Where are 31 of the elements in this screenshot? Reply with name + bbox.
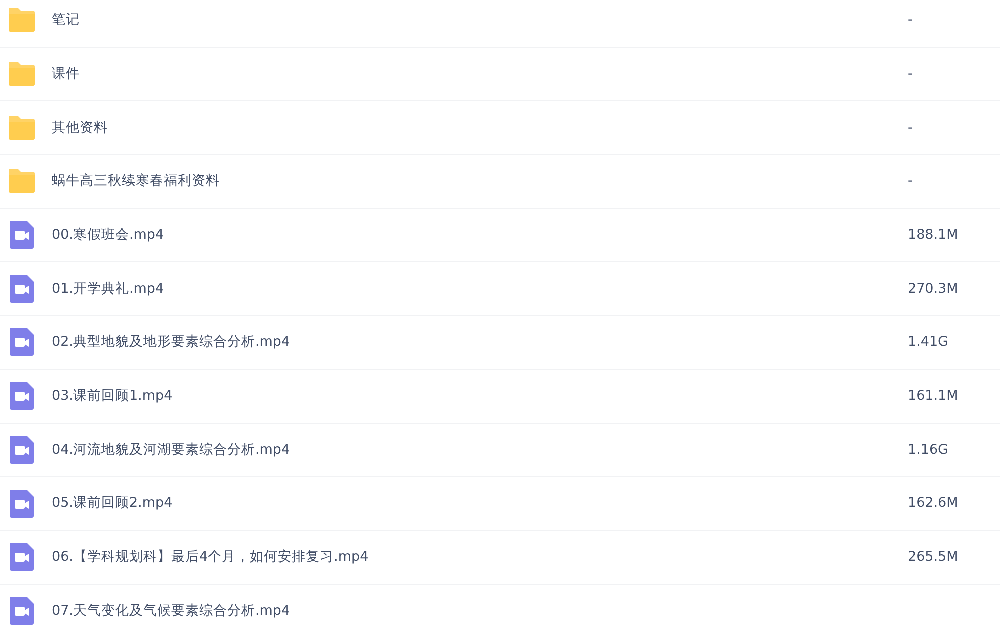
- file-size: 161.1M: [908, 387, 960, 406]
- file-name[interactable]: 06.【学科规划科】最后4个月，如何安排复习.mp4: [52, 547, 908, 568]
- video-file-icon: [7, 542, 37, 572]
- video-file-icon: [7, 488, 37, 519]
- file-size: -: [908, 11, 914, 30]
- file-name[interactable]: 课件: [52, 64, 908, 84]
- video-file-icon: [7, 596, 37, 626]
- file-name[interactable]: 笔记: [52, 10, 908, 30]
- file-size: 1.16G: [908, 440, 950, 460]
- file-name[interactable]: 01.开学典礼.mp4: [52, 278, 908, 299]
- file-size: 188.1M: [908, 226, 960, 245]
- file-name[interactable]: 04.河流地貌及河湖要素综合分析.mp4: [52, 440, 908, 460]
- file-name[interactable]: 00.寒假班会.mp4: [52, 224, 908, 246]
- video-file-icon: [7, 220, 37, 250]
- video-file-icon: [7, 434, 37, 465]
- file-size: 1.41G: [908, 333, 950, 352]
- file-name[interactable]: 03.课前回顾1.mp4: [52, 386, 908, 406]
- file-size: -: [908, 64, 914, 84]
- file-name[interactable]: 02.典型地貌及地形要素综合分析.mp4: [52, 332, 908, 353]
- file-size: 270.3M: [908, 280, 960, 299]
- file-size: 162.6M: [908, 494, 960, 514]
- file-name[interactable]: 其他资料: [52, 118, 908, 138]
- file-size: 265.5M: [908, 548, 960, 568]
- video-file-icon: [7, 327, 37, 358]
- video-file-icon: [7, 381, 37, 412]
- file-size: -: [908, 118, 914, 138]
- file-name[interactable]: 07.天气变化及气候要素综合分析.mp4: [52, 600, 908, 622]
- file-name[interactable]: 蜗牛高三秋续寒春福利资料: [52, 171, 908, 192]
- video-file-icon: [7, 274, 37, 304]
- file-size: -: [908, 172, 914, 192]
- file-name[interactable]: 05.课前回顾2.mp4: [52, 493, 908, 514]
